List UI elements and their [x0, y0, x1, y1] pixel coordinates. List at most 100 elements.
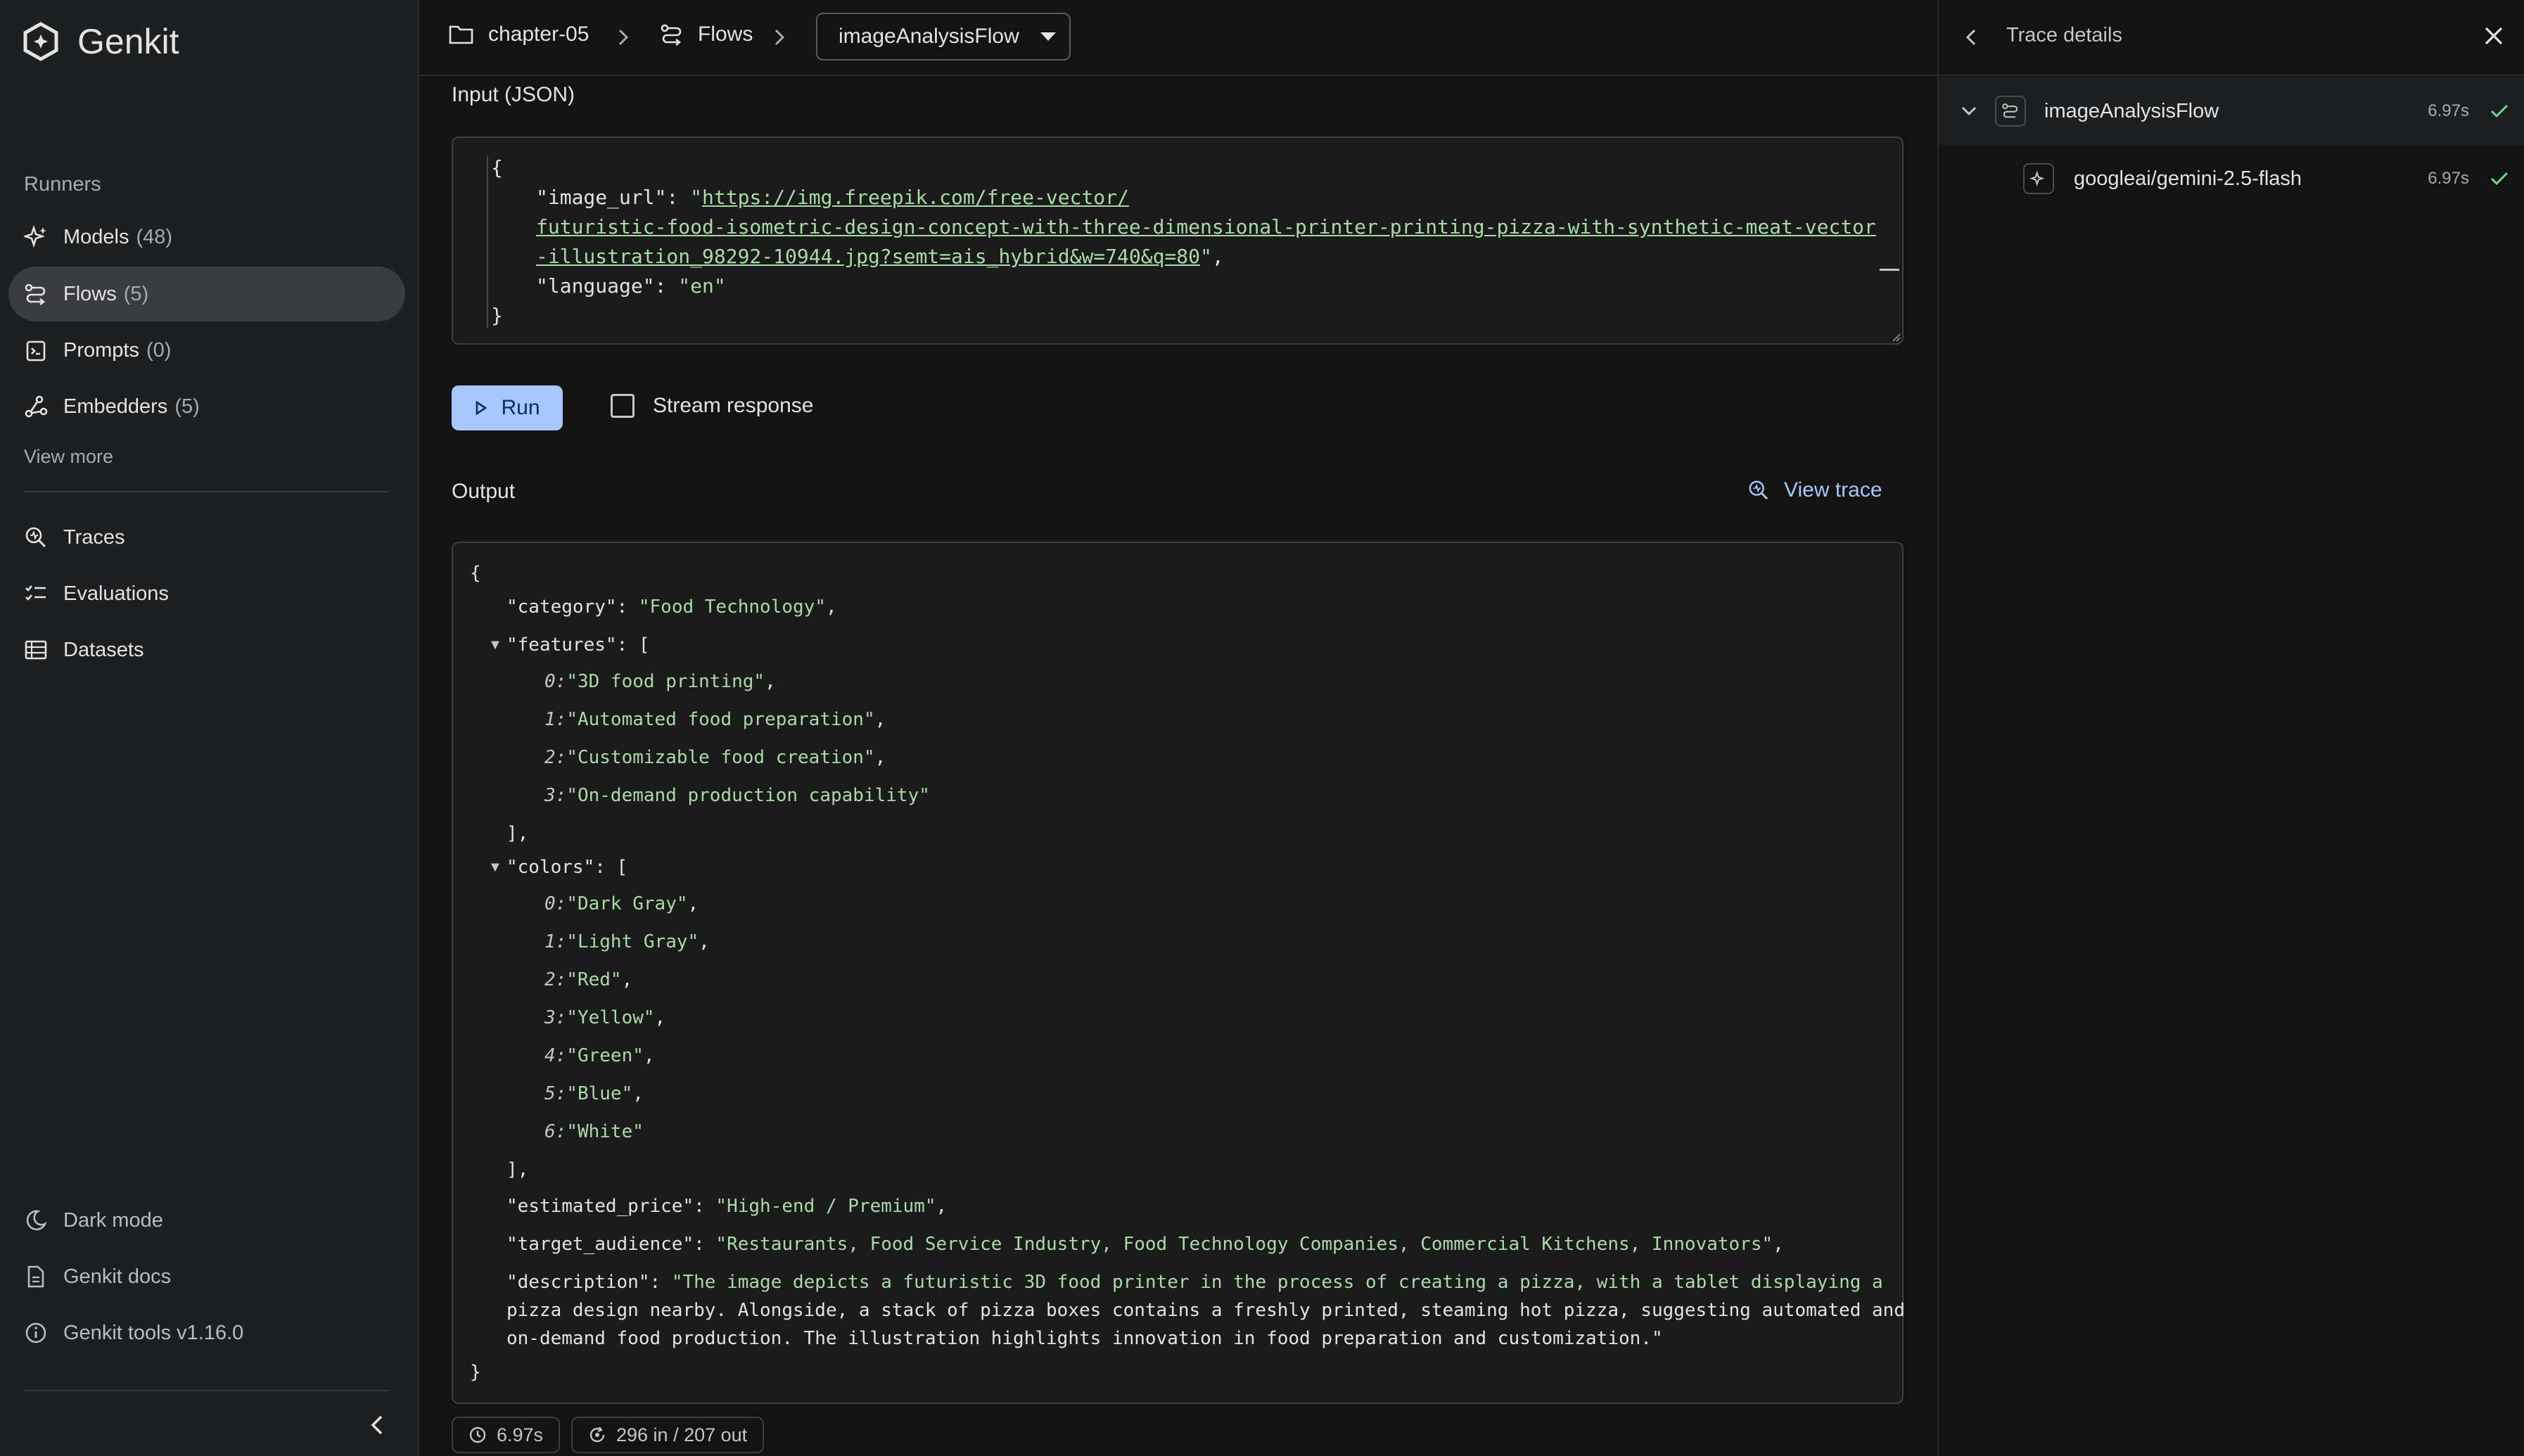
input-image-url-line: -illustration_98292-10944.jpg?semt=ais_h…: [536, 245, 1224, 268]
json-key: "description": [506, 1272, 650, 1293]
check-icon: [2489, 170, 2510, 187]
sidebar-item-count: (5): [174, 395, 200, 418]
sparkle-icon: [24, 225, 48, 249]
input-language-line: "language": "en": [536, 274, 726, 298]
sidebar-item-embedders[interactable]: Embedders (5): [8, 379, 405, 434]
json-value: "en": [678, 274, 726, 298]
collapse-triangle-icon[interactable]: ▼: [488, 637, 502, 653]
moon-icon: [24, 1208, 48, 1232]
prompt-icon: [24, 338, 48, 362]
sidebar-item-label: Evaluations: [63, 582, 169, 605]
list-item: 1:"Light Gray",: [544, 931, 710, 952]
sidebar-item-traces[interactable]: Traces: [8, 510, 405, 565]
output-colors-line: "colors": [: [506, 857, 628, 878]
run-button[interactable]: Run: [452, 385, 563, 430]
image-url-link[interactable]: https://img.freepik.com/free-vector/: [702, 186, 1129, 209]
input-json-editor[interactable]: { "image_url": "https://img.freepik.com/…: [452, 136, 1904, 345]
chevron-left-icon: [366, 1410, 390, 1441]
dropdown-arrow-icon: [1039, 31, 1057, 42]
runners-heading: Runners: [24, 173, 101, 196]
collapse-triangle-icon[interactable]: ▼: [488, 860, 502, 876]
output-audience-line: "target_audience": "Restaurants, Food Se…: [506, 1234, 1784, 1255]
trace-span-row[interactable]: imageAnalysisFlow 6.97s: [1939, 77, 2524, 145]
list-item: 2:"Red",: [544, 969, 633, 990]
stream-response-checkbox[interactable]: [611, 394, 635, 418]
genkit-docs-link[interactable]: Genkit docs: [8, 1249, 405, 1304]
input-image-url-line: futuristic-food-isometric-design-concept…: [536, 215, 1876, 238]
json-key: "estimated_price": [506, 1196, 694, 1217]
trace-span-time: 6.97s: [2428, 169, 2469, 188]
sidebar-item-datasets[interactable]: Datasets: [8, 622, 405, 677]
list-item: 0:"Dark Gray",: [544, 893, 699, 914]
breadcrumb-flows[interactable]: Flows: [660, 23, 753, 46]
stream-response-label: Stream response: [653, 394, 814, 417]
list-item: 4:"Green",: [544, 1045, 655, 1066]
sidebar-item-label: Genkit docs: [63, 1265, 172, 1288]
back-chevron-icon[interactable]: [1963, 25, 1980, 49]
list-item: 3:"Yellow",: [544, 1007, 666, 1028]
dark-mode-toggle[interactable]: Dark mode: [8, 1193, 405, 1248]
flow-icon: [24, 282, 48, 306]
sidebar-item-models[interactable]: Models (48): [8, 210, 405, 264]
output-json-viewer: { "category": "Food Technology", ▼ "feat…: [452, 542, 1905, 1404]
play-icon: [474, 400, 488, 416]
trace-span-row[interactable]: googleai/gemini-2.5-flash 6.97s: [1939, 145, 2524, 212]
json-value: "Restaurants, Food Service Industry, Foo…: [715, 1234, 1773, 1255]
dataset-icon: [24, 638, 48, 662]
output-category-line: "category": "Food Technology",: [506, 596, 837, 618]
token-usage-chip: 296 in / 207 out: [571, 1417, 765, 1453]
app-name: Genkit: [77, 22, 179, 61]
indent-guide: [487, 156, 488, 328]
folder-icon: [449, 24, 474, 45]
collapse-sidebar-button[interactable]: [366, 1410, 390, 1441]
resize-handle-icon[interactable]: [1891, 332, 1901, 342]
sidebar-item-flows[interactable]: Flows (5): [8, 267, 405, 321]
document-icon: [24, 1265, 48, 1289]
flow-selector-value: imageAnalysisFlow: [839, 25, 1019, 48]
list-item: 6:"White": [544, 1121, 644, 1142]
trace-title: Trace details: [2006, 24, 2122, 46]
output-description-line: pizza design nearby. Alongside, a stack …: [506, 1300, 1905, 1321]
view-more-link[interactable]: View more: [24, 446, 113, 468]
genkit-tools-version[interactable]: Genkit tools v1.16.0: [8, 1305, 405, 1360]
image-url-link[interactable]: futuristic-food-isometric-design-concept…: [536, 215, 1876, 238]
sidebar-item-label: Genkit tools v1.16.0: [63, 1321, 244, 1344]
sidebar-item-prompts[interactable]: Prompts (0): [8, 323, 405, 378]
sidebar-item-label: Embedders: [63, 395, 168, 418]
close-icon[interactable]: [2482, 24, 2506, 48]
json-key: "language":: [536, 274, 679, 298]
output-description-line: on-demand food production. The illustrat…: [506, 1328, 1663, 1349]
sidebar-item-label: Flows: [63, 282, 117, 305]
run-button-label: Run: [501, 396, 540, 419]
json-key: "colors": [506, 857, 595, 878]
trace-search-icon: [1747, 479, 1770, 502]
token-usage-value: 296 in / 207 out: [616, 1424, 748, 1445]
stream-response-option[interactable]: Stream response: [611, 394, 813, 418]
flow-icon: [1995, 96, 2026, 127]
json-open-brace: {: [491, 156, 503, 179]
sidebar-divider: [24, 491, 388, 492]
duration-chip: 6.97s: [452, 1417, 561, 1453]
list-item: 2:"Customizable food creation",: [544, 747, 886, 768]
sidebar: Genkit Runners Models (48) Flows (5) Pro…: [0, 0, 419, 1456]
json-key: "category": [506, 596, 617, 618]
input-label: Input (JSON): [452, 83, 575, 106]
input-image-url-line: "image_url": "https://img.freepik.com/fr…: [536, 186, 1129, 209]
output-label: Output: [452, 480, 516, 503]
sidebar-item-evaluations[interactable]: Evaluations: [8, 566, 405, 621]
image-url-link[interactable]: -illustration_98292-10944.jpg?semt=ais_h…: [536, 245, 1200, 268]
flow-icon: [660, 23, 684, 46]
breadcrumb: chapter-05 Flows imageAnalysisFlow: [419, 0, 1937, 76]
json-key: "features": [506, 634, 617, 656]
trace-search-icon: [24, 525, 48, 549]
chevron-right-icon: [615, 25, 632, 49]
chevron-down-icon[interactable]: [1958, 103, 1980, 120]
brand[interactable]: Genkit: [23, 18, 179, 65]
breadcrumb-project[interactable]: chapter-05: [449, 23, 589, 46]
duration-value: 6.97s: [497, 1424, 544, 1445]
json-open-brace: {: [470, 563, 481, 584]
view-trace-button[interactable]: View trace: [1747, 478, 1882, 502]
sidebar-item-label: Models: [63, 225, 129, 248]
sidebar-divider: [24, 1390, 388, 1391]
flow-selector[interactable]: imageAnalysisFlow: [816, 13, 1071, 60]
